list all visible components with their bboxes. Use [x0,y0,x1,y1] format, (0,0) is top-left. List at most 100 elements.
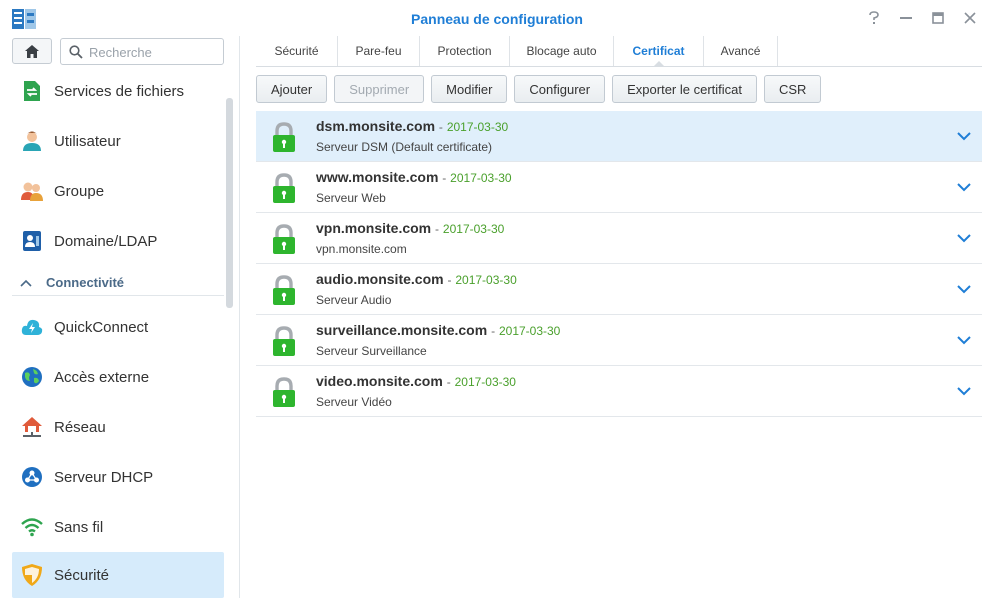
certificate-row[interactable]: dsm.monsite.com - 2017-03-30 Serveur DSM… [256,111,982,162]
lock-icon [273,377,295,407]
search-input[interactable] [89,43,219,61]
lock-icon [273,326,295,356]
wifi-icon [20,515,44,539]
certificate-name-line: www.monsite.com - 2017-03-30 [316,169,512,185]
certificate-description: Serveur Audio [316,293,392,307]
add-button[interactable]: Ajouter [256,75,328,103]
chevron-up-icon [20,276,32,290]
chevron-down-icon[interactable] [956,129,972,143]
certificate-row[interactable]: video.monsite.com - 2017-03-30 Serveur V… [256,366,982,417]
sidebar-item-label: Serveur DHCP [54,468,154,486]
title-bar: Panneau de configuration [0,0,994,36]
sidebar-item-label: Utilisateur [54,132,121,150]
certificate-date: 2017-03-30 [446,120,509,134]
certificate-date: 2017-03-30 [498,324,561,338]
sidebar-item-label: Accès externe [54,368,150,386]
sidebar: Services de fichiers Utilisateur Groupe … [0,36,240,598]
search-field[interactable] [60,38,224,65]
external-access-icon [20,365,44,389]
tab-label: Avancé [720,44,761,58]
certificate-name: vpn.monsite.com [316,220,432,236]
sidebar-item-domain-ldap[interactable]: Domaine/LDAP [12,218,224,264]
sidebar-item-security[interactable]: Sécurité [12,552,224,598]
separator: - [447,273,452,287]
certificate-name: dsm.monsite.com [316,118,436,134]
certificate-row[interactable]: audio.monsite.com - 2017-03-30 Serveur A… [256,264,982,315]
tab-label: Certificat [632,44,685,58]
configure-button[interactable]: Configurer [514,75,606,103]
maximize-icon[interactable] [928,8,948,28]
edit-button[interactable]: Modifier [431,75,508,103]
tab-label: Protection [437,44,492,58]
sidebar-item-network[interactable]: Réseau [12,404,224,450]
certificate-name: surveillance.monsite.com [316,322,488,338]
chevron-down-icon[interactable] [956,282,972,296]
home-button[interactable] [12,38,52,64]
user-icon [20,129,44,153]
delete-button[interactable]: Supprimer [334,75,425,103]
certificate-date: 2017-03-30 [442,222,505,236]
toolbar: Ajouter Supprimer Modifier Configurer Ex… [256,75,822,103]
sidebar-item-label: Sans fil [54,518,104,536]
sidebar-item-label: Domaine/LDAP [54,232,158,250]
search-icon [69,45,83,59]
separator: - [438,120,443,134]
sidebar-item-user[interactable]: Utilisateur [12,118,224,164]
group-icon [20,179,44,203]
sidebar-item-external-access[interactable]: Accès externe [12,354,224,400]
lock-icon [273,224,295,254]
lock-icon [273,173,295,203]
tab-label: Pare-feu [355,44,402,58]
window-title: Panneau de configuration [411,11,583,27]
sidebar-item-label: Réseau [54,418,106,436]
sidebar-item-label: Sécurité [54,566,110,584]
minimize-icon[interactable] [896,8,916,28]
network-icon [20,415,44,439]
certificate-description: Serveur DSM (Default certificate) [316,140,493,154]
lock-icon [273,122,295,152]
tab-certificate[interactable]: Certificat [614,36,704,67]
quickconnect-icon [20,315,44,339]
sidebar-scrollbar[interactable] [226,98,233,308]
export-certificate-button[interactable]: Exporter le certificat [612,75,757,103]
certificate-name-line: dsm.monsite.com - 2017-03-30 [316,118,508,134]
chevron-down-icon[interactable] [956,333,972,347]
separator: - [442,171,447,185]
certificate-row[interactable]: surveillance.monsite.com - 2017-03-30 Se… [256,315,982,366]
csr-button[interactable]: CSR [764,75,822,103]
certificate-description: Serveur Surveillance [316,344,427,358]
certificate-date: 2017-03-30 [454,375,516,389]
sidebar-item-label: Groupe [54,182,105,200]
tab-label: Sécurité [274,44,319,58]
certificate-description: vpn.monsite.com [316,242,407,256]
help-icon[interactable] [864,8,884,28]
chevron-down-icon[interactable] [956,180,972,194]
certificate-description: Serveur Web [316,191,386,205]
sidebar-item-group[interactable]: Groupe [12,168,224,214]
certificate-description: Serveur Vidéo [316,395,392,409]
chevron-down-icon[interactable] [956,384,972,398]
tab-advanced[interactable]: Avancé [704,36,778,66]
close-icon[interactable] [960,8,980,28]
certificate-row[interactable]: www.monsite.com - 2017-03-30 Serveur Web [256,162,982,213]
sidebar-item-file-services[interactable]: Services de fichiers [12,68,224,114]
domain-ldap-icon [20,229,44,253]
sidebar-item-wireless[interactable]: Sans fil [12,504,224,550]
certificate-name-line: vpn.monsite.com - 2017-03-30 [316,220,504,236]
tab-bar: Sécurité Pare-feu Protection Blocage aut… [256,36,982,67]
tab-security[interactable]: Sécurité [256,36,338,66]
certificate-name-line: audio.monsite.com - 2017-03-30 [316,271,517,287]
certificate-name-line: surveillance.monsite.com - 2017-03-30 [316,322,560,338]
sidebar-section-connectivity[interactable]: Connectivité [12,270,224,296]
certificate-name: video.monsite.com [316,373,443,389]
sidebar-item-dhcp-server[interactable]: Serveur DHCP [12,454,224,500]
tab-protection[interactable]: Protection [420,36,510,66]
dhcp-icon [20,465,44,489]
sidebar-item-quickconnect[interactable]: QuickConnect [12,304,224,350]
tab-label: Blocage auto [526,44,597,58]
certificate-row[interactable]: vpn.monsite.com - 2017-03-30 vpn.monsite… [256,213,982,264]
tab-auto-block[interactable]: Blocage auto [510,36,614,66]
tab-firewall[interactable]: Pare-feu [338,36,420,66]
lock-icon [273,275,295,305]
chevron-down-icon[interactable] [956,231,972,245]
